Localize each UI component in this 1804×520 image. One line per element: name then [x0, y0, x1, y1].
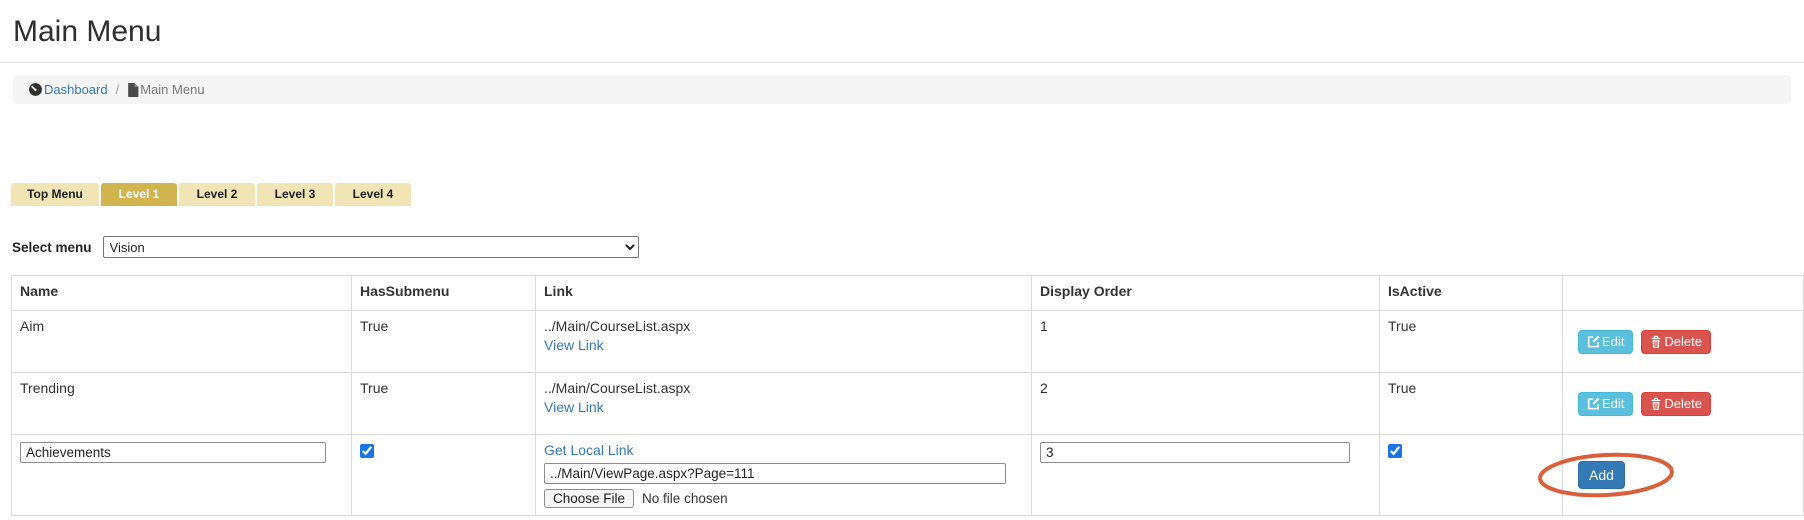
- menu-select[interactable]: Vision: [103, 236, 639, 258]
- cell-add-action: Add: [1563, 435, 1804, 516]
- is-active-checkbox[interactable]: [1388, 444, 1402, 458]
- col-header-link: Link: [536, 276, 1032, 311]
- tab-level-3[interactable]: Level 3: [257, 183, 333, 206]
- has-submenu-checkbox[interactable]: [360, 444, 374, 458]
- cell-link: ../Main/CourseList.aspx View Link: [536, 373, 1032, 435]
- add-row: Get Local Link Choose File No file chose…: [12, 435, 1804, 516]
- cell-add-has-submenu: [352, 435, 536, 516]
- edit-icon: [1587, 397, 1600, 410]
- cell-link: ../Main/CourseList.aspx View Link: [536, 311, 1032, 373]
- breadcrumb-dashboard-link[interactable]: Dashboard: [28, 82, 108, 97]
- view-link[interactable]: View Link: [544, 399, 1023, 416]
- page-title: Main Menu: [13, 14, 1804, 50]
- cell-display-order: 1: [1032, 311, 1380, 373]
- menu-table: Name HasSubmenu Link Display Order IsAct…: [11, 275, 1804, 516]
- trash-icon: [1650, 335, 1662, 349]
- col-header-actions: [1563, 276, 1804, 311]
- breadcrumb-dashboard-label: Dashboard: [44, 82, 108, 97]
- breadcrumb: Dashboard / Main Menu: [13, 75, 1791, 104]
- breadcrumb-current-label: Main Menu: [140, 82, 204, 97]
- get-local-link[interactable]: Get Local Link: [544, 442, 634, 458]
- cell-name: Aim: [12, 311, 352, 373]
- delete-button[interactable]: Delete: [1641, 330, 1711, 354]
- page-header: Main Menu: [0, 0, 1804, 63]
- tab-level-4[interactable]: Level 4: [335, 183, 411, 206]
- cell-add-display-order: [1032, 435, 1380, 516]
- col-header-hassubmenu: HasSubmenu: [352, 276, 536, 311]
- file-status-text: No file chosen: [642, 491, 728, 506]
- col-header-display-order: Display Order: [1032, 276, 1380, 311]
- cell-has-submenu: True: [352, 373, 536, 435]
- link-url: ../Main/CourseList.aspx: [544, 380, 1023, 397]
- cell-actions: Edit Delete: [1563, 311, 1804, 373]
- view-link[interactable]: View Link: [544, 337, 1023, 354]
- link-url: ../Main/CourseList.aspx: [544, 318, 1023, 335]
- tab-level-2[interactable]: Level 2: [179, 183, 255, 206]
- col-header-isactive: IsActive: [1380, 276, 1563, 311]
- cell-display-order: 2: [1032, 373, 1380, 435]
- cell-has-submenu: True: [352, 311, 536, 373]
- level-tabs: Top Menu Level 1 Level 2 Level 3 Level 4: [11, 183, 1804, 206]
- choose-file-button[interactable]: Choose File: [544, 489, 634, 508]
- delete-button[interactable]: Delete: [1641, 392, 1711, 416]
- cell-is-active: True: [1380, 311, 1563, 373]
- col-header-name: Name: [12, 276, 352, 311]
- new-display-order-input[interactable]: [1040, 442, 1350, 463]
- cell-is-active: True: [1380, 373, 1563, 435]
- new-link-input[interactable]: [544, 463, 1006, 484]
- cell-name: Trending: [12, 373, 352, 435]
- file-upload-control[interactable]: Choose File No file chosen: [544, 489, 728, 508]
- table-row: Aim True ../Main/CourseList.aspx View Li…: [12, 311, 1804, 373]
- cell-actions: Edit Delete: [1563, 373, 1804, 435]
- file-icon: [127, 83, 139, 97]
- dashboard-icon: [28, 82, 43, 97]
- tab-top-menu[interactable]: Top Menu: [11, 183, 99, 206]
- breadcrumb-current: Main Menu: [127, 82, 204, 97]
- edit-button[interactable]: Edit: [1578, 392, 1633, 416]
- trash-icon: [1650, 397, 1662, 411]
- new-name-input[interactable]: [20, 442, 326, 463]
- edit-icon: [1587, 335, 1600, 348]
- select-menu-label: Select menu: [12, 240, 92, 255]
- cell-add-is-active: [1380, 435, 1563, 516]
- edit-button[interactable]: Edit: [1578, 330, 1633, 354]
- cell-add-link: Get Local Link Choose File No file chose…: [536, 435, 1032, 516]
- menu-filter-row: Select menu Vision: [12, 236, 1804, 258]
- breadcrumb-separator: /: [108, 82, 128, 97]
- table-header-row: Name HasSubmenu Link Display Order IsAct…: [12, 276, 1804, 311]
- cell-add-name: [12, 435, 352, 516]
- tab-level-1[interactable]: Level 1: [101, 183, 177, 206]
- add-button[interactable]: Add: [1578, 461, 1625, 489]
- table-row: Trending True ../Main/CourseList.aspx Vi…: [12, 373, 1804, 435]
